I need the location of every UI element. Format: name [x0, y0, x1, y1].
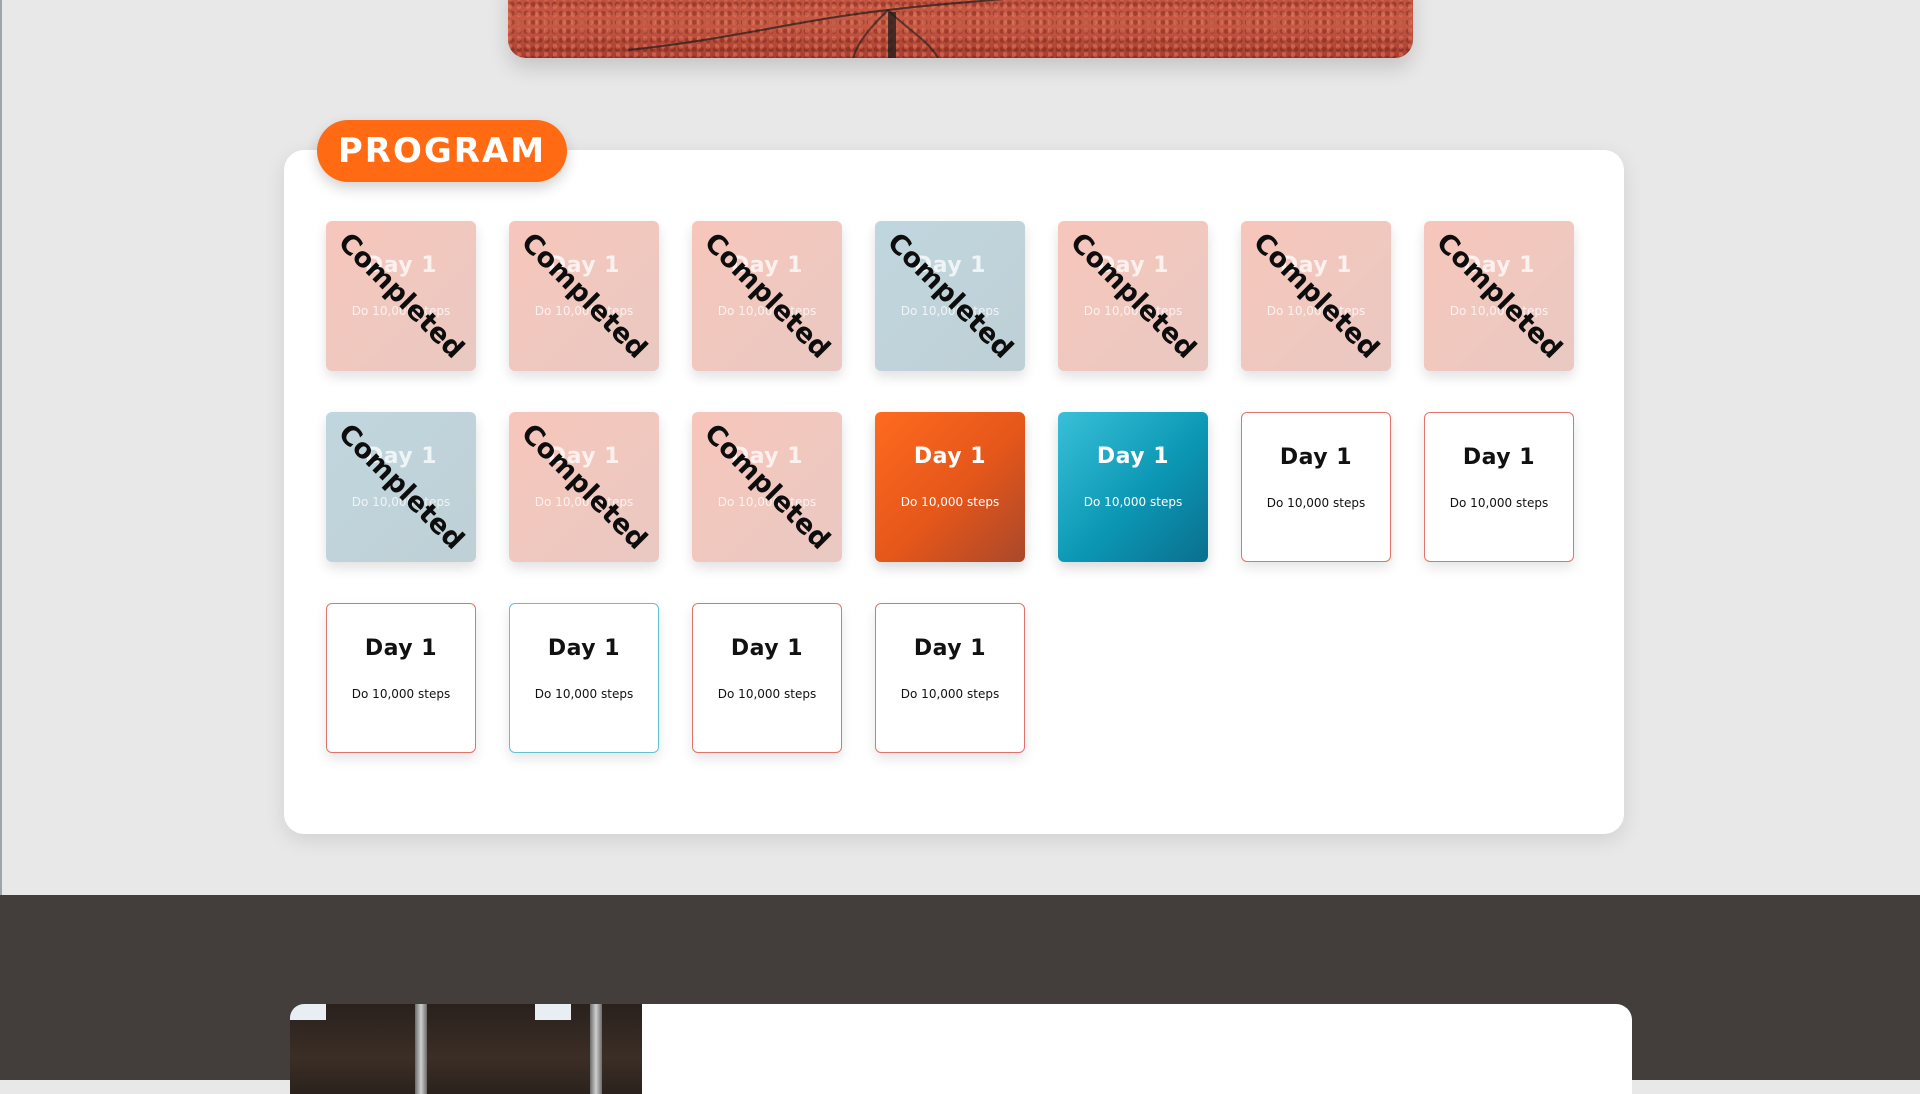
day-task: Do 10,000 steps: [534, 687, 634, 701]
day-tile[interactable]: Day 1 Do 10,000 steps: [1241, 412, 1391, 562]
day-title: Day 1: [913, 444, 987, 469]
day-task: Do 10,000 steps: [900, 687, 1000, 701]
day-title: Day 1: [913, 636, 987, 661]
day-tile[interactable]: Day 1 Do 10,000 steps Completed: [875, 221, 1025, 371]
completed-stamp: Completed: [515, 227, 653, 365]
day-tile[interactable]: Day 1 Do 10,000 steps: [692, 603, 842, 753]
completed-stamp: Completed: [332, 227, 470, 365]
completed-stamp: Completed: [1430, 227, 1568, 365]
completed-stamp: Completed: [698, 418, 836, 556]
day-title: Day 1: [730, 636, 804, 661]
day-tile[interactable]: Day 1 Do 10,000 steps: [1424, 412, 1574, 562]
day-tile[interactable]: Day 1 Do 10,000 steps Completed: [509, 221, 659, 371]
day-task: Do 10,000 steps: [1083, 495, 1183, 509]
day-tile[interactable]: Day 1 Do 10,000 steps Completed: [692, 221, 842, 371]
gym-photo: [290, 1004, 642, 1094]
day-tile[interactable]: Day 1 Do 10,000 steps Completed: [1424, 221, 1574, 371]
day-tile[interactable]: Day 1 Do 10,000 steps: [326, 603, 476, 753]
program-badge: PROGRAM: [317, 120, 567, 182]
day-tile[interactable]: Day 1 Do 10,000 steps: [1058, 412, 1208, 562]
day-tile[interactable]: Day 1 Do 10,000 steps Completed: [509, 412, 659, 562]
day-tile[interactable]: Day 1 Do 10,000 steps Completed: [326, 221, 476, 371]
completed-stamp: Completed: [1064, 227, 1202, 365]
day-title: Day 1: [1096, 444, 1170, 469]
day-task: Do 10,000 steps: [351, 687, 451, 701]
day-task: Do 10,000 steps: [1449, 496, 1549, 510]
day-tile[interactable]: Day 1 Do 10,000 steps: [875, 603, 1025, 753]
completed-stamp: Completed: [1247, 227, 1385, 365]
day-tile[interactable]: Day 1 Do 10,000 steps Completed: [326, 412, 476, 562]
day-title: Day 1: [364, 636, 438, 661]
day-title: Day 1: [547, 636, 621, 661]
hero-track-image: [508, 0, 1413, 58]
day-title: Day 1: [1279, 445, 1353, 470]
day-tile[interactable]: Day 1 Do 10,000 steps: [875, 412, 1025, 562]
program-day-grid: Day 1 Do 10,000 steps Completed Day 1 Do 10,…: [326, 221, 1574, 753]
gym-content-panel: [642, 1004, 1632, 1094]
day-task: Do 10,000 steps: [900, 495, 1000, 509]
day-tile[interactable]: Day 1 Do 10,000 steps: [509, 603, 659, 753]
day-title: Day 1: [1462, 445, 1536, 470]
day-tile[interactable]: Day 1 Do 10,000 steps Completed: [1241, 221, 1391, 371]
day-tile[interactable]: Day 1 Do 10,000 steps Completed: [692, 412, 842, 562]
completed-stamp: Completed: [515, 418, 653, 556]
day-task: Do 10,000 steps: [717, 687, 817, 701]
completed-stamp: Completed: [332, 418, 470, 556]
completed-stamp: Completed: [698, 227, 836, 365]
day-tile[interactable]: Day 1 Do 10,000 steps Completed: [1058, 221, 1208, 371]
day-task: Do 10,000 steps: [1266, 496, 1366, 510]
page-left-border: [0, 0, 2, 895]
completed-stamp: Completed: [881, 227, 1019, 365]
